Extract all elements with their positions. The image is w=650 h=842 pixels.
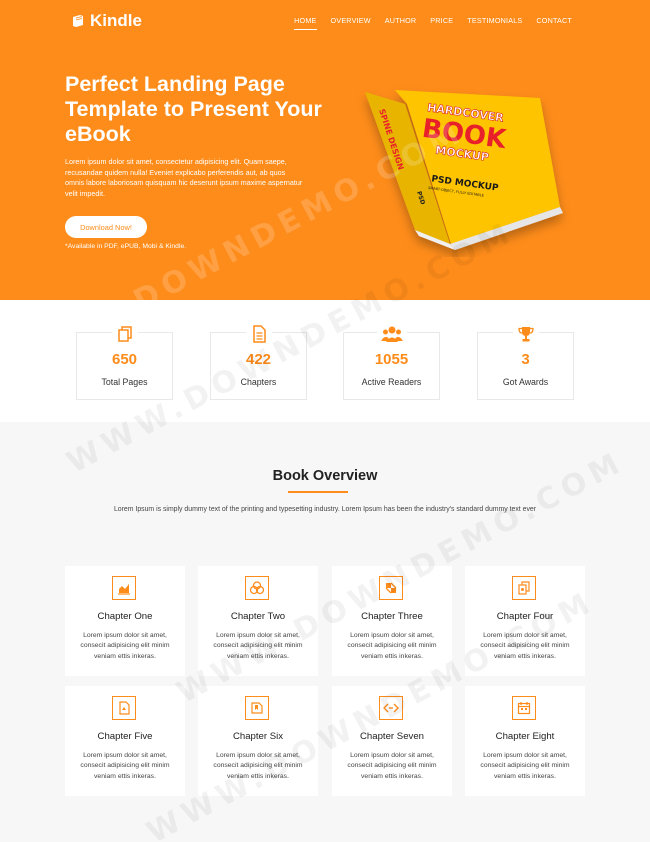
download-button[interactable]: Download Now! (65, 216, 147, 238)
overview-title: Book Overview (272, 468, 378, 484)
stat-label: Total Pages (101, 377, 148, 387)
coins-icon (245, 576, 269, 600)
chapter-title: Chapter Three (361, 611, 423, 622)
nav-testimonials[interactable]: TESTIMONIALS (467, 16, 522, 30)
hero-text: Lorem ipsum dolor sit amet, consectetur … (65, 157, 303, 198)
stat-active-readers: 1055 Active Readers (343, 324, 440, 400)
chapter-card[interactable]: Chapter Four Lorem ipsum dolor sit amet,… (465, 566, 585, 676)
stats-section: 650 Total Pages 422 Chapters 1055 Active… (0, 214, 650, 481)
users-icon (376, 324, 407, 344)
stat-value: 1055 (374, 351, 409, 368)
chapter-card[interactable]: Chapter Five Lorem ipsum dolor sit amet,… (65, 686, 185, 796)
file-icon (112, 696, 136, 720)
chapter-card[interactable]: Chapter Two Lorem ipsum dolor sit amet, … (198, 566, 318, 676)
chapter-card[interactable]: Chapter Seven Lorem ipsum dolor sit amet… (332, 686, 452, 796)
chapter-title: Chapter Eight (495, 731, 555, 742)
nav-author[interactable]: AUTHOR (385, 16, 417, 30)
chapter-title: Chapter Five (97, 731, 153, 742)
stat-awards: 3 Got Awards (477, 324, 574, 400)
chapter-title: Chapter Seven (360, 731, 424, 742)
brand-logo[interactable]: Kindle (71, 11, 142, 31)
title-underline (288, 491, 348, 493)
chapter-text: Lorem ipsum dolor sit amet, consecit adi… (80, 752, 170, 780)
nav-home[interactable]: HOME (294, 16, 317, 30)
calendar-icon (512, 696, 536, 720)
book-icon (73, 15, 83, 27)
chapter-text: Lorem ipsum dolor sit amet, consecit adi… (80, 632, 170, 660)
chapter-card[interactable]: Chapter One Lorem ipsum dolor sit amet, … (65, 566, 185, 676)
stat-label: Got Awards (502, 377, 549, 387)
nav-contact[interactable]: CONTACT (536, 16, 572, 30)
bookmark-icon (245, 696, 269, 720)
chapter-title: Chapter Six (232, 731, 284, 742)
chapter-card[interactable]: Chapter Eight Lorem ipsum dolor sit amet… (465, 686, 585, 796)
chart-icon (112, 576, 136, 600)
chapter-text: Lorem ipsum dolor sit amet, consecit adi… (213, 632, 303, 660)
chapter-card[interactable]: Chapter Three Lorem ipsum dolor sit amet… (332, 566, 452, 676)
chapter-title: Chapter Four (496, 611, 554, 622)
stat-value: 650 (111, 351, 138, 368)
nav-price[interactable]: PRICE (430, 16, 453, 30)
stat-value: 422 (245, 351, 272, 368)
brand-name: Kindle (90, 11, 142, 30)
code-icon (379, 696, 403, 720)
chapter-card[interactable]: Chapter Six Lorem ipsum dolor sit amet, … (198, 686, 318, 796)
chapter-text: Lorem ipsum dolor sit amet, consecit adi… (347, 752, 437, 780)
hero-title: Perfect Landing Page Template to Present… (65, 72, 322, 146)
stat-label: Active Readers (361, 377, 422, 387)
stat-chapters: 422 Chapters (210, 324, 307, 400)
availability-note: *Available in PDF, ePUB, Mobi & Kindle. (65, 243, 187, 250)
chapter-title: Chapter One (97, 611, 153, 622)
chapter-text: Lorem ipsum dolor sit amet, consecit adi… (480, 632, 570, 660)
chapter-text: Lorem ipsum dolor sit amet, consecit adi… (480, 752, 570, 780)
overview-description: Lorem Ipsum is simply dummy text of the … (113, 506, 537, 513)
trophy-icon (512, 324, 539, 344)
chapter-text: Lorem ipsum dolor sit amet, consecit adi… (347, 632, 437, 660)
pages-icon (111, 324, 138, 344)
book-mockup-image: HARDCOVER BOOK MOCKUP PSD MOCKUP SMART-O… (365, 90, 563, 250)
nav-overview[interactable]: OVERVIEW (331, 16, 371, 30)
stat-label: Chapters (240, 377, 277, 387)
main-nav: HOME OVERVIEW AUTHOR PRICE TESTIMONIALS … (294, 16, 572, 30)
stat-total-pages: 650 Total Pages (76, 324, 173, 400)
chapter-text: Lorem ipsum dolor sit amet, consecit adi… (213, 752, 303, 780)
copy-icon (512, 576, 536, 600)
hero-section: Kindle HOME OVERVIEW AUTHOR PRICE TESTIM… (0, 0, 650, 300)
document-icon (245, 324, 272, 344)
puzzle-icon (379, 576, 403, 600)
chapter-title: Chapter Two (230, 611, 286, 622)
stat-value: 3 (521, 351, 530, 368)
